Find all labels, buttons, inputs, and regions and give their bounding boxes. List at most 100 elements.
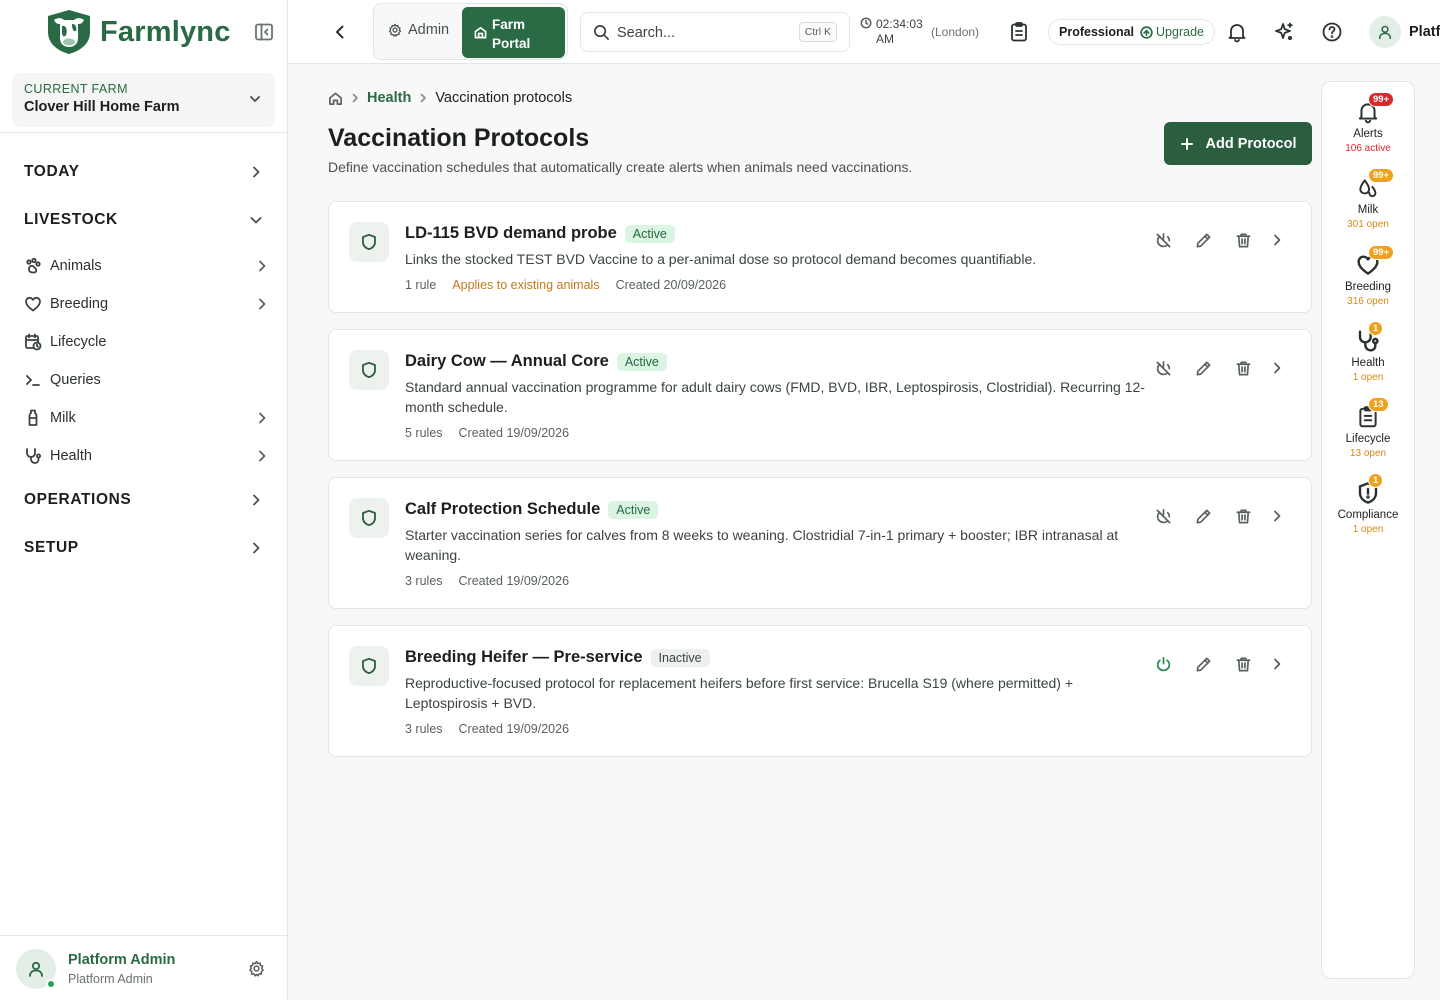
rail-count: 106 active — [1345, 143, 1391, 154]
avatar[interactable] — [16, 949, 56, 989]
nav-section-operations[interactable]: OPERATIONS — [24, 487, 264, 513]
delete-button[interactable] — [1223, 506, 1263, 526]
nav-section-label: SETUP — [24, 539, 79, 556]
rail-item-compliance[interactable]: 1 Compliance 1 open — [1322, 473, 1414, 535]
help-circle-icon[interactable] — [1321, 21, 1343, 43]
search-input[interactable]: Search... Ctrl K — [580, 12, 850, 52]
trash-icon — [1236, 509, 1250, 523]
chevron-right-icon — [253, 166, 260, 178]
protocol-name: Dairy Cow — Annual Core — [405, 352, 609, 370]
breadcrumb-current: Vaccination protocols — [435, 90, 573, 106]
edit-button[interactable] — [1183, 230, 1223, 250]
home-icon[interactable] — [328, 91, 343, 106]
rail-item-lifecycle[interactable]: 13 Lifecycle 13 open — [1322, 397, 1414, 459]
trash-icon — [1236, 361, 1250, 375]
plan-badge[interactable]: Professional Upgrade — [1048, 19, 1215, 45]
rail-label: Lifecycle — [1345, 433, 1391, 445]
delete-button[interactable] — [1223, 654, 1263, 674]
chevron-right-icon — [1274, 510, 1281, 522]
delete-button[interactable] — [1223, 230, 1263, 250]
edit-button[interactable] — [1183, 358, 1223, 378]
plus-icon — [1181, 137, 1194, 150]
cow-shield-logo-icon — [48, 10, 90, 54]
sidebar-item-health[interactable]: Health — [24, 443, 270, 469]
protocol-meta: 1 rule Applies to existing animals Creat… — [405, 278, 742, 292]
sparkles-icon[interactable] — [1273, 21, 1295, 43]
protocol-description: Links the stocked TEST BVD Vaccine to a … — [405, 251, 1037, 267]
open-protocol-button[interactable] — [1263, 654, 1291, 674]
search-placeholder: Search... — [617, 25, 676, 41]
delete-button[interactable] — [1223, 358, 1263, 378]
back-arrow-icon[interactable] — [330, 22, 350, 42]
edit-button[interactable] — [1183, 506, 1223, 526]
user-menu-name[interactable]: Platf — [1409, 24, 1440, 40]
rule-count: 1 rule — [405, 278, 437, 292]
rail-count: 301 open — [1347, 219, 1389, 230]
open-protocol-button[interactable] — [1263, 230, 1291, 250]
breadcrumb-link-health[interactable]: Health — [367, 90, 411, 106]
rule-count: 3 rules — [405, 574, 443, 588]
protocol-card[interactable]: Breeding Heifer — Pre-service Inactive Re… — [328, 625, 1312, 757]
rail-item-health[interactable]: 1 Health 1 open — [1322, 321, 1414, 383]
farm-portal-tab[interactable]: Farm Portal — [462, 7, 565, 58]
sidebar-item-lifecycle[interactable]: Lifecycle — [24, 329, 270, 355]
rail-item-milk[interactable]: 99+ Milk 301 open — [1322, 168, 1414, 230]
chevron-right-icon — [259, 260, 266, 272]
nav-section-today[interactable]: TODAY — [24, 159, 264, 185]
deactivate-button[interactable] — [1143, 230, 1183, 250]
nav-section-setup[interactable]: SETUP — [24, 535, 264, 561]
brand-logo[interactable]: Farmlync — [44, 8, 231, 56]
sidebar-item-breeding[interactable]: Breeding — [24, 291, 270, 317]
add-protocol-button[interactable]: Add Protocol — [1164, 122, 1312, 165]
edit-button[interactable] — [1183, 654, 1223, 674]
calendar-clock-icon — [25, 333, 42, 351]
breadcrumb: Health Vaccination protocols — [328, 90, 572, 106]
rail-label: Health — [1351, 357, 1385, 369]
trash-icon — [1236, 233, 1250, 247]
admin-portal-tab[interactable]: Admin — [388, 22, 449, 38]
sidebar-item-animals[interactable]: Animals — [24, 253, 270, 279]
pencil-icon — [1196, 361, 1210, 375]
rail-item-alerts[interactable]: 99+ Alerts 106 active — [1322, 92, 1414, 154]
sidebar-item-label: Health — [50, 448, 92, 464]
sidebar-item-milk[interactable]: Milk — [24, 405, 270, 431]
deactivate-button[interactable] — [1143, 358, 1183, 378]
arrow-up-circle-icon — [1140, 25, 1153, 39]
protocol-actions — [1143, 230, 1291, 250]
rail-count: 1 open — [1352, 372, 1384, 383]
created-date: Created 19/09/2026 — [458, 426, 570, 440]
protocol-meta: 3 rules Created 19/09/2026 — [405, 574, 585, 588]
admin-tab-label: Admin — [408, 22, 450, 38]
activate-button[interactable] — [1143, 654, 1183, 674]
protocol-card[interactable]: LD-115 BVD demand probe Active Links the … — [328, 201, 1312, 313]
bell-icon[interactable] — [1226, 21, 1248, 43]
sidebar-item-label: Lifecycle — [50, 334, 107, 350]
power-icon — [1156, 656, 1170, 671]
chevron-right-icon — [1274, 362, 1281, 374]
upgrade-link[interactable]: Upgrade — [1140, 25, 1204, 39]
protocol-card[interactable]: Calf Protection Schedule Active Starter v… — [328, 477, 1312, 609]
farm-selector[interactable]: CURRENT FARM Clover Hill Home Farm — [12, 73, 275, 127]
current-time: 02:34:03 AM — [876, 17, 923, 46]
user-icon — [1378, 25, 1392, 40]
sidebar-divider — [0, 132, 287, 133]
protocol-meta: 3 rules Created 19/09/2026 — [405, 722, 585, 736]
power-off-icon — [1156, 360, 1170, 375]
open-protocol-button[interactable] — [1263, 358, 1291, 378]
farm-label: CURRENT FARM — [24, 82, 128, 96]
collapse-sidebar-button[interactable] — [254, 22, 276, 42]
open-protocol-button[interactable] — [1263, 506, 1291, 526]
nav-section-livestock[interactable]: LIVESTOCK — [24, 207, 264, 233]
sidebar-item-label: Milk — [50, 410, 76, 426]
sidebar-item-queries[interactable]: Queries — [24, 367, 270, 393]
protocol-actions — [1143, 506, 1291, 526]
protocol-card[interactable]: Dairy Cow — Annual Core Active Standard a… — [328, 329, 1312, 461]
rail-item-breeding[interactable]: 99+ Breeding 316 open — [1322, 245, 1414, 307]
sidebar: Farmlync CURRENT FARM Clover Hill Home F… — [0, 0, 288, 1000]
gear-icon[interactable] — [248, 960, 265, 977]
count-badge: 1 — [1368, 473, 1384, 488]
add-protocol-label: Add Protocol — [1205, 135, 1297, 152]
deactivate-button[interactable] — [1143, 506, 1183, 526]
avatar[interactable] — [1369, 16, 1401, 48]
clipboard-list-icon[interactable] — [1008, 21, 1030, 43]
